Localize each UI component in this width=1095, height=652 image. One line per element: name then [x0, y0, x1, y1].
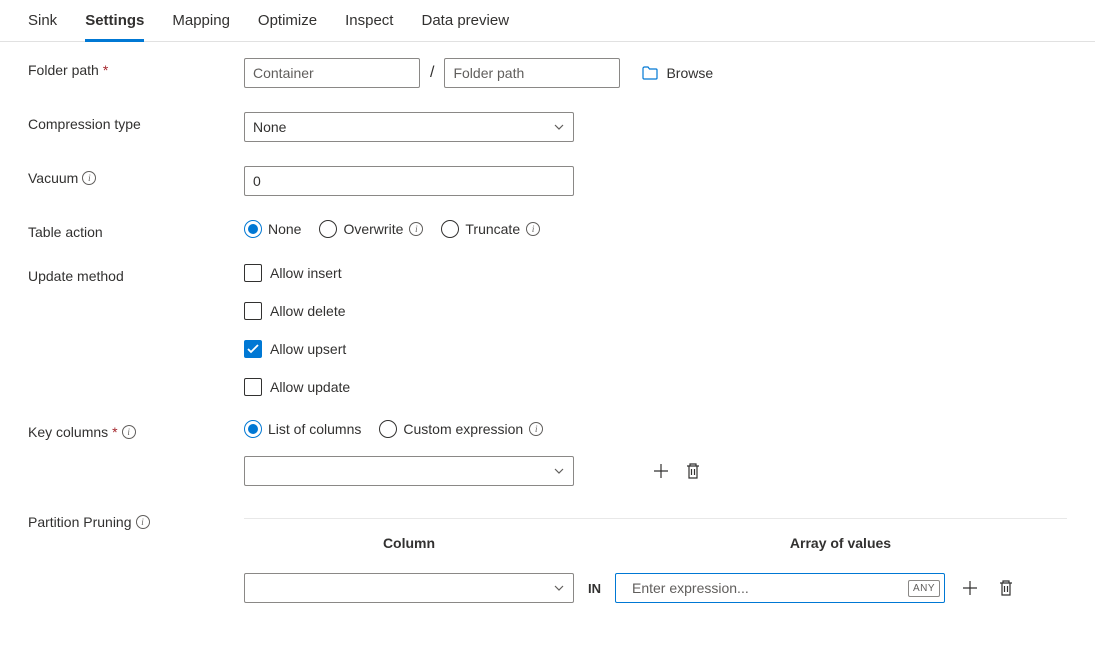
- required-indicator: *: [112, 424, 117, 440]
- tab-optimize[interactable]: Optimize: [258, 6, 317, 41]
- info-icon[interactable]: i: [409, 222, 423, 236]
- tab-sink[interactable]: Sink: [28, 6, 57, 41]
- vacuum-input[interactable]: [244, 166, 574, 196]
- tab-mapping[interactable]: Mapping: [172, 6, 230, 41]
- checkbox-box: [244, 302, 262, 320]
- update-method-row: Update method Allow insert Allow delete Al…: [28, 264, 1067, 396]
- compression-row: Compression type None: [28, 112, 1067, 142]
- chevron-down-icon: [553, 121, 565, 133]
- in-operator: IN: [588, 581, 601, 596]
- checkbox-allow-update[interactable]: Allow update: [244, 378, 350, 396]
- radio-truncate[interactable]: Truncatei: [441, 220, 540, 238]
- checkbox-allow-delete[interactable]: Allow delete: [244, 302, 350, 320]
- folder-icon: [642, 66, 658, 80]
- checkbox-box: [244, 378, 262, 396]
- radio-circle: [319, 220, 337, 238]
- checkbox-allow-insert[interactable]: Allow insert: [244, 264, 350, 282]
- vacuum-row: Vacuum i: [28, 166, 1067, 196]
- required-indicator: *: [103, 62, 108, 78]
- chevron-down-icon: [553, 582, 565, 594]
- tab-settings[interactable]: Settings: [85, 6, 144, 42]
- key-columns-select[interactable]: [244, 456, 574, 486]
- radio-circle: [244, 220, 262, 238]
- container-input[interactable]: [244, 58, 420, 88]
- info-icon[interactable]: i: [122, 425, 136, 439]
- key-columns-label: Key columns * i: [28, 420, 244, 440]
- partition-pruning-label: Partition Pruning i: [28, 510, 244, 530]
- radio-none[interactable]: None: [244, 220, 301, 238]
- key-columns-row: Key columns * i List of columns Custom ex…: [28, 420, 1067, 440]
- radio-custom-expression[interactable]: Custom expressioni: [379, 420, 543, 438]
- info-icon[interactable]: i: [529, 422, 543, 436]
- check-icon: [247, 344, 259, 354]
- checkbox-box: [244, 264, 262, 282]
- vacuum-label: Vacuum i: [28, 166, 244, 186]
- chevron-down-icon: [553, 465, 565, 477]
- pruning-column-select[interactable]: [244, 573, 574, 603]
- checkbox-box: [244, 340, 262, 358]
- folder-path-label: Folder path *: [28, 58, 244, 78]
- expression-input[interactable]: [624, 574, 908, 602]
- tab-data-preview[interactable]: Data preview: [421, 6, 509, 41]
- add-button[interactable]: [650, 460, 672, 482]
- radio-overwrite[interactable]: Overwritei: [319, 220, 423, 238]
- plus-icon: [961, 579, 979, 597]
- partition-pruning-row: Partition Pruning i Column Array of valu…: [28, 510, 1067, 603]
- expression-input-wrapper[interactable]: ANY: [615, 573, 945, 603]
- delete-button[interactable]: [682, 460, 704, 482]
- info-icon[interactable]: i: [136, 515, 150, 529]
- radio-circle: [379, 420, 397, 438]
- radio-circle: [244, 420, 262, 438]
- table-action-row: Table action None Overwritei Truncatei: [28, 220, 1067, 240]
- tab-inspect[interactable]: Inspect: [345, 6, 393, 41]
- info-icon[interactable]: i: [526, 222, 540, 236]
- key-columns-select-row: [28, 456, 1067, 486]
- info-icon[interactable]: i: [82, 171, 96, 185]
- table-action-label: Table action: [28, 220, 244, 240]
- trash-icon: [998, 579, 1014, 597]
- path-separator: /: [430, 64, 434, 82]
- compression-label: Compression type: [28, 112, 244, 132]
- delete-button[interactable]: [995, 577, 1017, 599]
- values-header: Array of values: [574, 535, 1067, 551]
- folder-path-row: Folder path * / Browse: [28, 58, 1067, 88]
- add-button[interactable]: [959, 577, 981, 599]
- folder-path-input[interactable]: [444, 58, 620, 88]
- compression-select[interactable]: None: [244, 112, 574, 142]
- any-badge: ANY: [908, 580, 940, 597]
- browse-button[interactable]: Browse: [642, 65, 713, 81]
- column-header: Column: [244, 535, 574, 551]
- trash-icon: [685, 462, 701, 480]
- plus-icon: [652, 462, 670, 480]
- radio-circle: [441, 220, 459, 238]
- update-method-label: Update method: [28, 264, 244, 284]
- tabs-bar: Sink Settings Mapping Optimize Inspect Data p…: [0, 0, 1095, 42]
- radio-list-of-columns[interactable]: List of columns: [244, 420, 361, 438]
- checkbox-allow-upsert[interactable]: Allow upsert: [244, 340, 350, 358]
